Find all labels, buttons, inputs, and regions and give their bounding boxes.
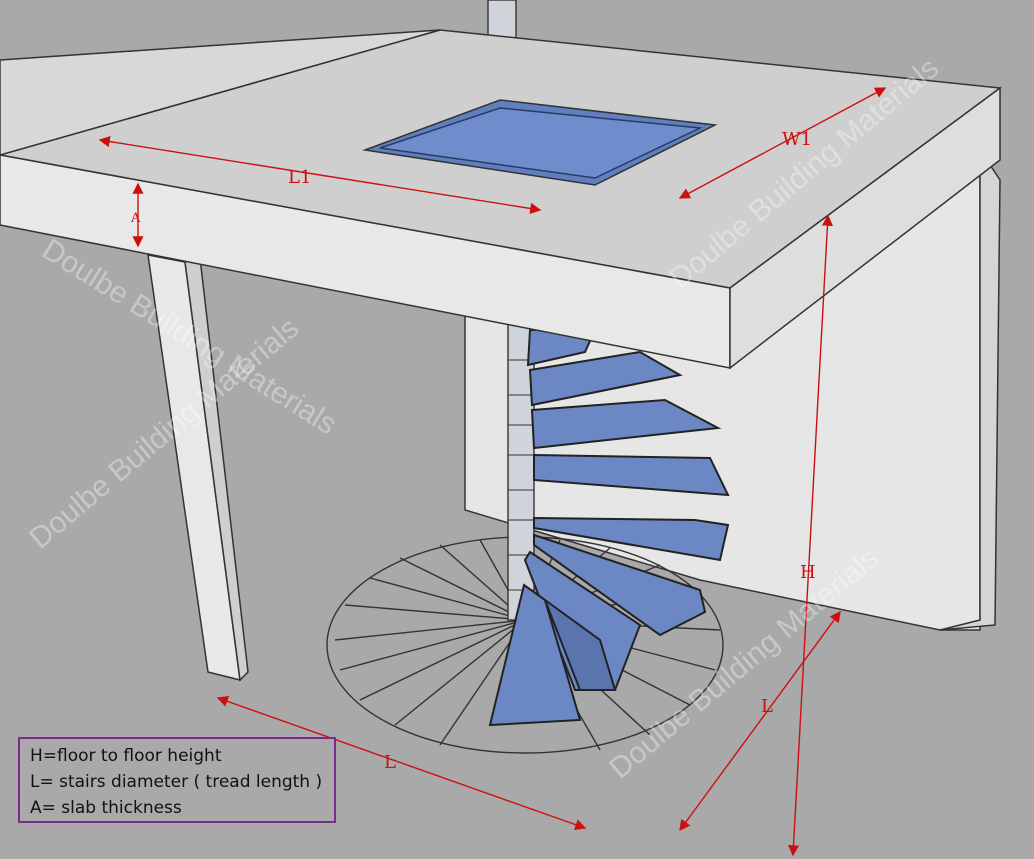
legend-line-a: A= slab thickness [30, 798, 182, 818]
label-l-left: L [384, 752, 396, 773]
legend-box: H=floor to floor height L= stairs diamet… [18, 737, 336, 823]
spiral-staircase-diagram: L1 W1 A H L L Doulbe Building Materials … [0, 0, 1034, 859]
label-a: A [130, 211, 141, 226]
label-l1: L1 [288, 167, 311, 188]
legend-line-h: H=floor to floor height [30, 746, 222, 766]
label-l-right: L [761, 696, 773, 717]
label-h: H [800, 562, 816, 583]
label-w1: W1 [782, 129, 812, 150]
legend-line-l: L= stairs diameter ( tread length ) [30, 772, 323, 792]
